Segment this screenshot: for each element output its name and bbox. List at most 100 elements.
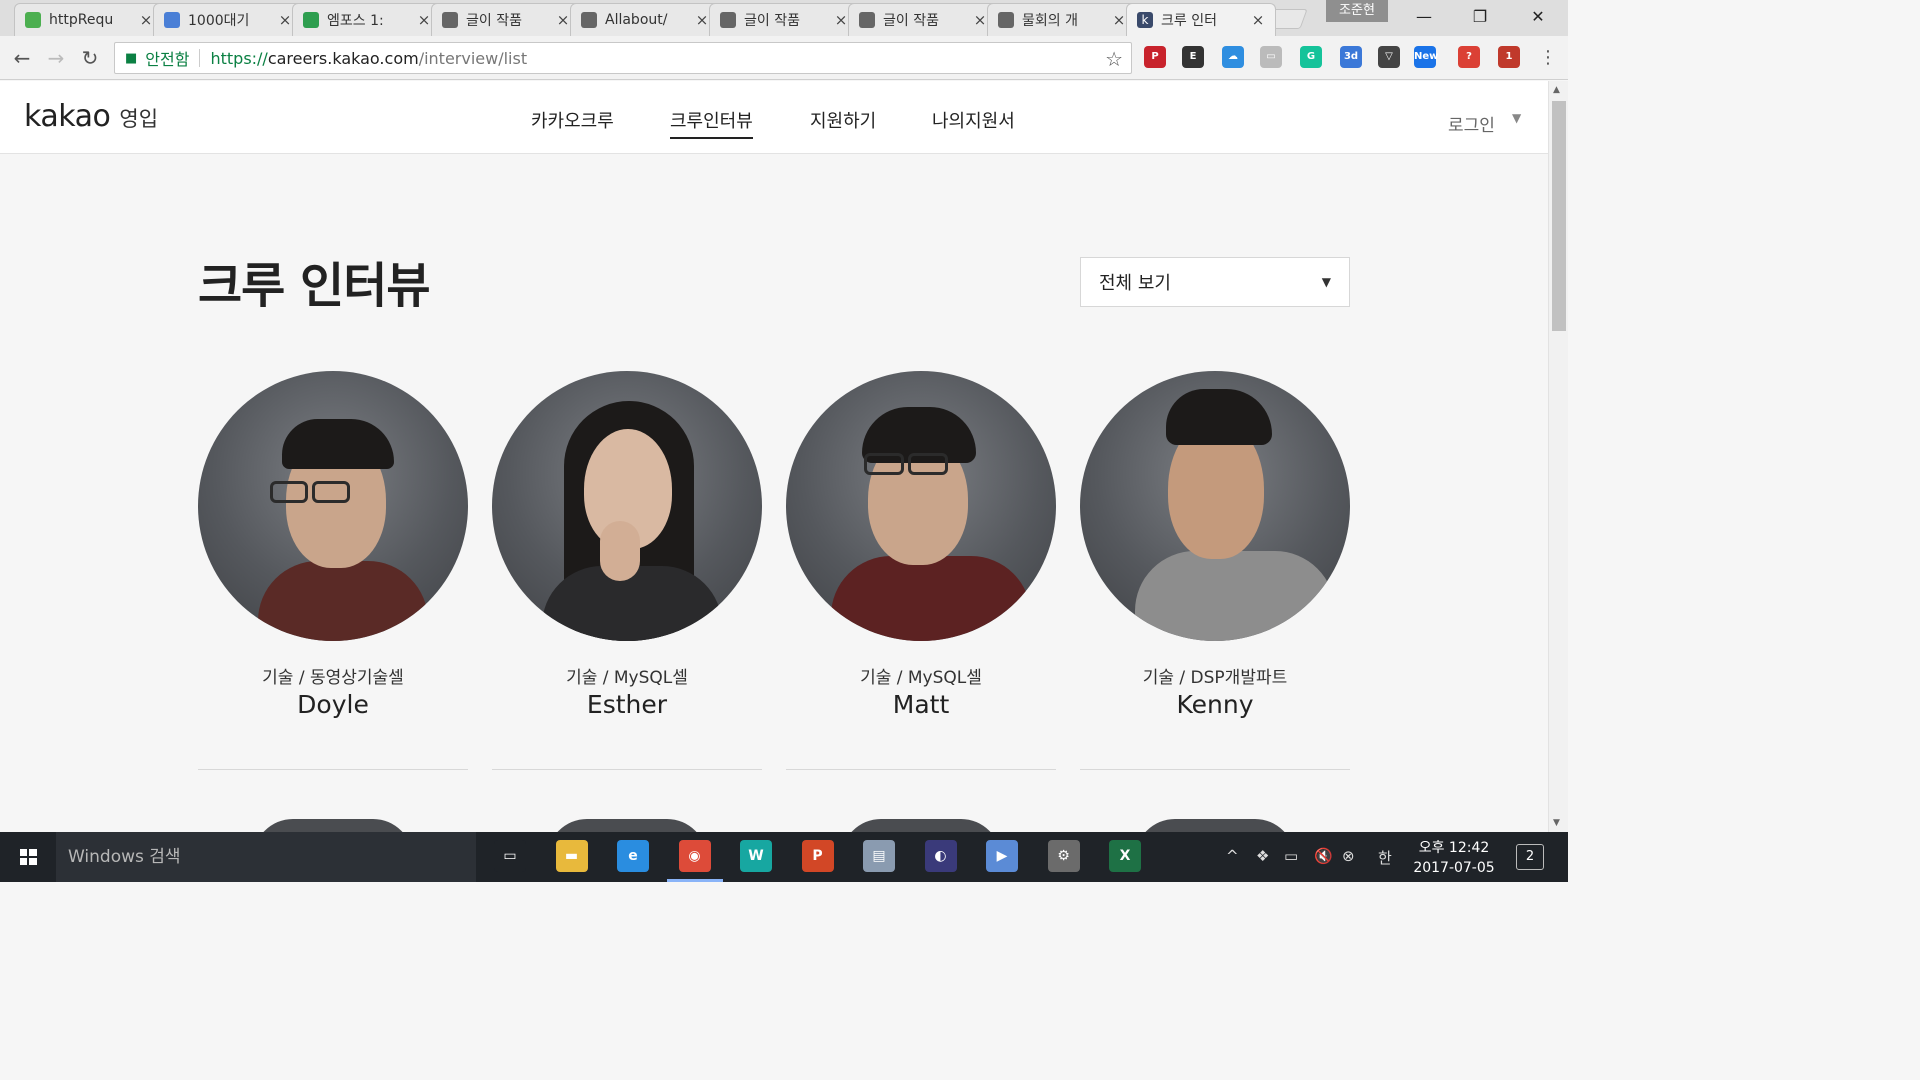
excel-icon[interactable]: X <box>1109 840 1141 872</box>
windows-taskbar: Windows 검색 ▭ ▬ e ◉ W P ▤ ◐ ▶ ⚙ X ^ ❖ ▭ 🔇 ⊗ 한 오후 12… <box>0 832 1568 882</box>
tab-close-icon[interactable]: × <box>1112 11 1126 29</box>
reload-icon[interactable]: ↻ <box>76 44 104 72</box>
settings-app-icon[interactable]: ⚙ <box>1047 840 1080 872</box>
media-app-icon[interactable]: ▶ <box>986 840 1018 872</box>
crew-card-matt[interactable]: 기술 / MySQL셀 Matt <box>786 371 1056 771</box>
reader-icon[interactable]: ▭ <box>1260 46 1282 68</box>
file-explorer-icon[interactable]: ▬ <box>555 840 588 872</box>
tab-close-icon[interactable]: × <box>278 11 292 29</box>
crew-card-esther[interactable]: 기술 / MySQL셀 Esther <box>492 371 762 771</box>
ime-indicator[interactable]: 한 <box>1378 847 1392 868</box>
browser-tab[interactable]: 글이 작품 × <box>431 3 581 36</box>
browser-tab[interactable]: httpRequ × <box>14 3 164 36</box>
crew-card-next-row[interactable] <box>1135 819 1295 832</box>
nav-apply[interactable]: 지원하기 <box>810 107 876 133</box>
bookmark-star-icon[interactable]: ☆ <box>1105 47 1123 71</box>
tray-expand-icon[interactable]: ^ <box>1226 847 1239 865</box>
onedrive-icon[interactable]: ☁ <box>1222 46 1244 68</box>
page-scrollbar[interactable]: ▲ ▼ <box>1548 81 1568 832</box>
browser-tab[interactable]: 1000대기 × <box>153 3 303 36</box>
kakao-logo[interactable]: kakao 영입 <box>24 99 158 134</box>
crew-department: 기술 / DSP개발파트 <box>1142 668 1288 688</box>
internet-explorer-icon[interactable]: e <box>617 840 649 872</box>
crew-card-doyle[interactable]: 기술 / 동영상기술셀 Doyle <box>198 371 468 771</box>
tab-title: 1000대기 <box>188 13 250 29</box>
minimize-button[interactable]: — <box>1396 0 1452 34</box>
browser-tab-strip: httpRequ × 1000대기 × 엠포스 1: × 글이 작품 × Allabout/× 글… <box>0 0 1568 36</box>
crew-card-kenny[interactable]: 기술 / DSP개발파트 Kenny <box>1080 371 1350 771</box>
page-viewport: kakao 영입 카카오크루 크루인터뷰 지원하기 나의지원서 로그인 ▼ 크루… <box>0 81 1548 832</box>
eclipse-icon[interactable]: ◐ <box>924 840 957 872</box>
crew-department: 기술 / MySQL셀 <box>860 668 982 688</box>
db-app-icon[interactable]: ▤ <box>863 840 895 872</box>
grammarly-icon[interactable]: G <box>1300 46 1322 68</box>
windows-logo-icon <box>20 849 37 865</box>
tab-title: httpRequ <box>49 12 114 28</box>
browser-tab[interactable]: k 크루 인터 × <box>1126 3 1276 36</box>
system-clock[interactable]: 오후 12:42 2017-07-05 <box>1404 838 1504 878</box>
address-bar[interactable]: ■ 안전함 https:// careers.kakao.com /interv… <box>114 42 1132 74</box>
forward-arrow-icon[interactable]: → <box>42 44 70 72</box>
close-window-button[interactable]: ✕ <box>1510 0 1566 34</box>
tab-close-icon[interactable]: × <box>417 11 431 29</box>
back-arrow-icon[interactable]: ← <box>8 44 36 72</box>
nav-my-application[interactable]: 나의지원서 <box>932 107 1015 133</box>
profile-button[interactable]: 조준현 <box>1326 0 1388 22</box>
crew-portrait-photo <box>198 371 468 641</box>
category-filter-select[interactable]: 전체 보기 ▼ <box>1080 257 1350 307</box>
adblock-icon[interactable]: 1 <box>1498 46 1520 68</box>
menu-kebab-icon[interactable]: ⋮ <box>1534 44 1562 72</box>
scroll-thumb[interactable] <box>1552 101 1566 331</box>
nav-crew-interview[interactable]: 크루인터뷰 <box>670 107 753 139</box>
task-view-icon[interactable]: ▭ <box>494 840 526 872</box>
crew-name[interactable]: Kenny <box>1080 690 1350 719</box>
browser-tab[interactable]: 글이 작품 × <box>709 3 859 36</box>
chrome-icon[interactable]: ◉ <box>678 840 711 872</box>
volume-muted-icon[interactable]: 🔇 <box>1314 847 1333 865</box>
crew-name[interactable]: Matt <box>786 690 1056 719</box>
crew-card-next-row[interactable] <box>547 819 707 832</box>
dropbox-tray-icon[interactable]: ❖ <box>1256 847 1269 865</box>
nav-kakao-crew[interactable]: 카카오크루 <box>531 107 614 133</box>
evernote-icon[interactable]: E <box>1182 46 1204 68</box>
url-host: careers.kakao.com <box>267 48 419 68</box>
windows-search-box[interactable]: Windows 검색 <box>56 832 476 882</box>
tab-close-icon[interactable]: × <box>973 11 987 29</box>
crew-name[interactable]: Doyle <box>198 690 468 719</box>
powerpoint-icon[interactable]: P <box>801 840 834 872</box>
crew-card-next-row[interactable] <box>253 819 413 832</box>
browser-tab[interactable]: 엠포스 1: × <box>292 3 442 36</box>
browser-tab[interactable]: 물회의 개 × <box>987 3 1137 36</box>
login-link[interactable]: 로그인 <box>1448 111 1495 136</box>
crew-department: 기술 / 동영상기술셀 <box>262 668 404 688</box>
notification-count: 2 <box>1525 849 1535 864</box>
pinterest-icon[interactable]: P <box>1144 46 1166 68</box>
browser-tab[interactable]: 글이 작품 × <box>848 3 998 36</box>
network-tray-icon[interactable]: ▭ <box>1284 847 1298 865</box>
tab-close-icon[interactable]: × <box>695 11 709 29</box>
tab-close-icon[interactable]: × <box>1251 11 1265 29</box>
news-ext-icon[interactable]: New <box>1414 46 1438 68</box>
restore-button[interactable]: ❐ <box>1452 0 1508 34</box>
tab-close-icon[interactable]: × <box>139 11 153 29</box>
scroll-down-icon[interactable]: ▼ <box>1553 818 1560 828</box>
crew-name[interactable]: Esther <box>492 690 762 719</box>
3d-ext-icon[interactable]: 3d <box>1340 46 1362 68</box>
active-app-indicator <box>667 879 723 882</box>
tab-close-icon[interactable]: × <box>556 11 570 29</box>
tab-favicon-icon <box>25 12 41 28</box>
pocket-icon[interactable]: ▽ <box>1378 46 1400 68</box>
scroll-up-icon[interactable]: ▲ <box>1553 85 1560 95</box>
glasses-lens <box>908 453 948 475</box>
browser-tab[interactable]: Allabout/ × <box>570 3 720 36</box>
todoist-icon[interactable]: ? <box>1458 46 1480 68</box>
tab-favicon-icon <box>164 12 180 28</box>
tab-close-icon[interactable]: × <box>834 11 848 29</box>
crew-card-next-row[interactable] <box>841 819 1001 832</box>
tab-favicon-icon: k <box>1137 12 1153 28</box>
windows-start-button[interactable] <box>0 832 56 882</box>
tray-status-icon[interactable]: ⊗ <box>1342 847 1355 865</box>
app-w-icon[interactable]: W <box>740 840 772 872</box>
caret-down-icon[interactable]: ▼ <box>1512 111 1521 125</box>
notification-center-icon[interactable]: 2 <box>1516 844 1544 870</box>
